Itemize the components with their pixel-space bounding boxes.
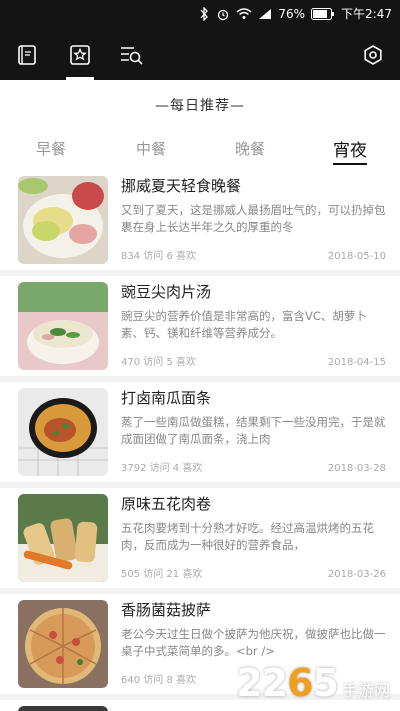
recipe-date: 2018-03-26 <box>327 569 386 580</box>
recipe-thumbnail <box>18 282 108 370</box>
settings-icon[interactable] <box>360 42 386 68</box>
watermark-text: 手游网 <box>341 681 390 700</box>
site-watermark: 2265 手游网 <box>236 661 390 705</box>
list-item[interactable]: 豌豆尖肉片汤 豌豆尖的营养价值是非常高的，富含VC、胡萝卜素、钙、镁和纤维等营养… <box>0 276 400 376</box>
tab-lunch[interactable]: 中餐 <box>136 138 166 159</box>
recipe-title: 原味五花肉卷 <box>121 495 212 513</box>
status-icons: 76% 下午2:47 <box>198 5 392 22</box>
daily-recommend-title: —每日推荐— <box>0 80 400 130</box>
recipe-title: 挪威夏天轻食晚餐 <box>121 177 242 195</box>
book-icon[interactable] <box>14 42 40 68</box>
recipe-description: 老公今天过生日做个披萨为他庆祝，做披萨也比做一桌子中式菜简单的多。<br /> <box>121 627 386 658</box>
recipe-title: 豌豆尖肉片汤 <box>121 283 212 301</box>
signal-icon <box>258 8 272 20</box>
list-item[interactable]: 原味五花肉卷 五花肉要烤到十分熟才好吃。经过高温烘烤的五花肉，反而成为一种很好的… <box>0 488 400 588</box>
wifi-icon <box>236 7 252 20</box>
recipe-thumbnail <box>18 600 108 688</box>
recipe-description: 五花肉要烤到十分熟才好吃。经过高温烘烤的五花肉，反而成为一种很好的营养食品， <box>121 521 374 552</box>
tab-active-underline <box>333 163 367 165</box>
battery-percent: 76% <box>278 6 306 21</box>
main-content: —每日推荐— 早餐 中餐 晚餐 宵夜 挪威夏天轻食晚餐 又到了夏天，这是挪威人最… <box>0 80 400 711</box>
tab-dinner[interactable]: 晚餐 <box>235 138 265 159</box>
tab-late-night[interactable]: 宵夜 <box>333 136 367 161</box>
recipe-stats: 834 访问 6 喜欢 <box>121 251 196 262</box>
status-bar: 76% 下午2:47 <box>0 0 400 30</box>
recipe-thumbnail <box>18 706 108 711</box>
bluetooth-icon <box>198 6 210 21</box>
meal-tabs: 早餐 中餐 晚餐 宵夜 <box>0 130 400 170</box>
status-time: 下午2:47 <box>341 7 392 21</box>
recipe-date: 2018-04-15 <box>327 357 386 368</box>
recipe-date: 2018-05-10 <box>327 251 386 262</box>
recipe-description: 又到了夏天，这是挪威人最扬眉吐气的，可以扔掉包裹在身上长达半年之久的厚重的冬 <box>121 203 386 234</box>
recipe-thumbnail <box>18 176 108 264</box>
recipe-thumbnail <box>18 388 108 476</box>
recipe-title: 打卤南瓜面条 <box>121 389 212 407</box>
recipe-stats: 3792 访问 4 喜欢 <box>121 463 203 474</box>
tab-breakfast[interactable]: 早餐 <box>36 138 66 159</box>
watermark-logo: 2265 <box>236 661 339 705</box>
recipe-stats: 640 访问 8 喜欢 <box>121 675 196 686</box>
recipe-stats: 505 访问 21 喜欢 <box>121 569 203 580</box>
recipe-description: 蒸了一些南瓜做蛋糕，结果剩下一些没用完，于是就成面团做了南瓜面条，浇上肉 <box>121 415 386 446</box>
recipe-thumbnail <box>18 494 108 582</box>
search-list-icon[interactable] <box>119 42 145 68</box>
star-card-icon[interactable] <box>67 42 93 68</box>
recipe-stats: 470 访问 5 喜欢 <box>121 357 196 368</box>
list-item[interactable]: 打卤南瓜面条 蒸了一些南瓜做蛋糕，结果剩下一些没用完，于是就成面团做了南瓜面条，… <box>0 382 400 482</box>
battery-icon <box>311 7 335 20</box>
list-item[interactable]: 挪威夏天轻食晚餐 又到了夏天，这是挪威人最扬眉吐气的，可以扔掉包裹在身上长达半年… <box>0 170 400 270</box>
recipe-description: 豌豆尖的营养价值是非常高的，富含VC、胡萝卜素、钙、镁和纤维等营养成分。 <box>121 309 367 340</box>
recipe-date: 2018-03-28 <box>327 463 386 474</box>
alarm-icon <box>216 7 230 21</box>
top-navbar <box>0 30 400 80</box>
recipe-title: 香肠菌菇披萨 <box>121 601 212 619</box>
